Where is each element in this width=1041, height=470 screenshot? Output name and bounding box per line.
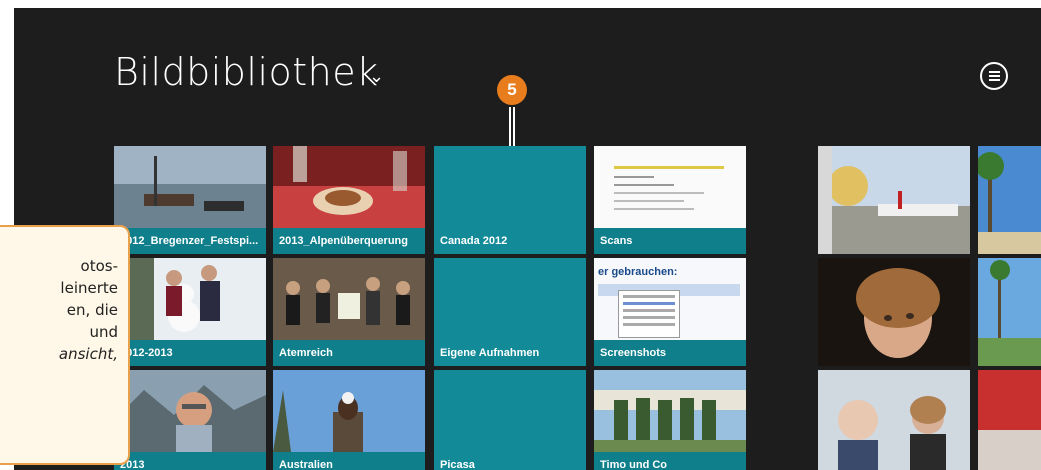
tile-label: Scans xyxy=(594,228,746,254)
folder-tile[interactable]: Australien xyxy=(273,370,425,470)
folder-thumbnail xyxy=(594,370,746,452)
folder-tile[interactable]: Eigene Aufnahmen xyxy=(434,258,586,366)
tile-label: Atemreich xyxy=(273,340,425,366)
folder-tile[interactable]: Timo und Co xyxy=(594,370,746,470)
folder-tile[interactable]: Picasa xyxy=(434,370,586,470)
folder-tile[interactable]: Scans xyxy=(594,146,746,254)
folder-tile[interactable]: 2012-2013 xyxy=(114,258,266,366)
folder-thumbnail xyxy=(114,370,266,452)
note-line: leinerte xyxy=(60,279,118,297)
preview-heading: er gebrauchen: xyxy=(598,266,678,278)
photo-tile[interactable] xyxy=(818,146,970,254)
photo-tile[interactable] xyxy=(978,258,1041,366)
chevron-down-icon[interactable]: ⌄ xyxy=(369,66,384,87)
folder-tile[interactable]: Canada 2012 xyxy=(434,146,586,254)
folder-tile[interactable]: 2013_Alpenüberquerung xyxy=(273,146,425,254)
context-menu-preview xyxy=(618,290,680,338)
tile-label: 2012-2013 xyxy=(114,340,266,366)
folder-thumbnail: er gebrauchen: xyxy=(594,258,746,340)
photo-tile[interactable] xyxy=(978,370,1041,470)
tile-label: Timo und Co xyxy=(594,452,746,470)
callout-marker: 5 xyxy=(497,75,527,105)
folder-tile[interactable]: 2012_Bregenzer_Festspi... xyxy=(114,146,266,254)
folder-tile[interactable]: er gebrauchen: Screenshots xyxy=(594,258,746,366)
photos-app-screen: Bildbibliothek ⌄ 5 2012_Bregenzer_Festsp… xyxy=(14,8,1041,470)
folder-thumbnail xyxy=(114,146,266,228)
photo-tile[interactable] xyxy=(978,146,1041,254)
tile-label: Eigene Aufnahmen xyxy=(434,340,586,366)
view-options-button[interactable] xyxy=(980,62,1008,90)
tile-label: 2013 xyxy=(114,452,266,470)
tile-label: Australien xyxy=(273,452,425,470)
explanation-callout-box: otos- leinerte en, die und ansicht, xyxy=(0,225,130,465)
photo-tile[interactable] xyxy=(818,370,970,470)
folder-thumbnail xyxy=(594,146,746,228)
tile-label: 2012_Bregenzer_Festspi... xyxy=(114,228,266,254)
note-line: und xyxy=(89,323,118,341)
tile-label: 2013_Alpenüberquerung xyxy=(273,228,425,254)
folder-thumbnail xyxy=(273,146,425,228)
note-line: otos- xyxy=(80,257,118,275)
folder-thumbnail xyxy=(273,370,425,452)
page-title[interactable]: Bildbibliothek xyxy=(114,50,379,94)
folder-tile[interactable]: 2013 xyxy=(114,370,266,470)
note-line: ansicht, xyxy=(58,345,118,363)
list-icon xyxy=(989,71,1000,73)
photo-tile[interactable] xyxy=(818,258,970,366)
tile-label: Screenshots xyxy=(594,340,746,366)
note-line: en, die xyxy=(66,301,118,319)
tile-label: Picasa xyxy=(434,452,586,470)
tile-label: Canada 2012 xyxy=(434,228,586,254)
folder-thumbnail xyxy=(273,258,425,340)
folder-tile[interactable]: Atemreich xyxy=(273,258,425,366)
folder-thumbnail xyxy=(114,258,266,340)
